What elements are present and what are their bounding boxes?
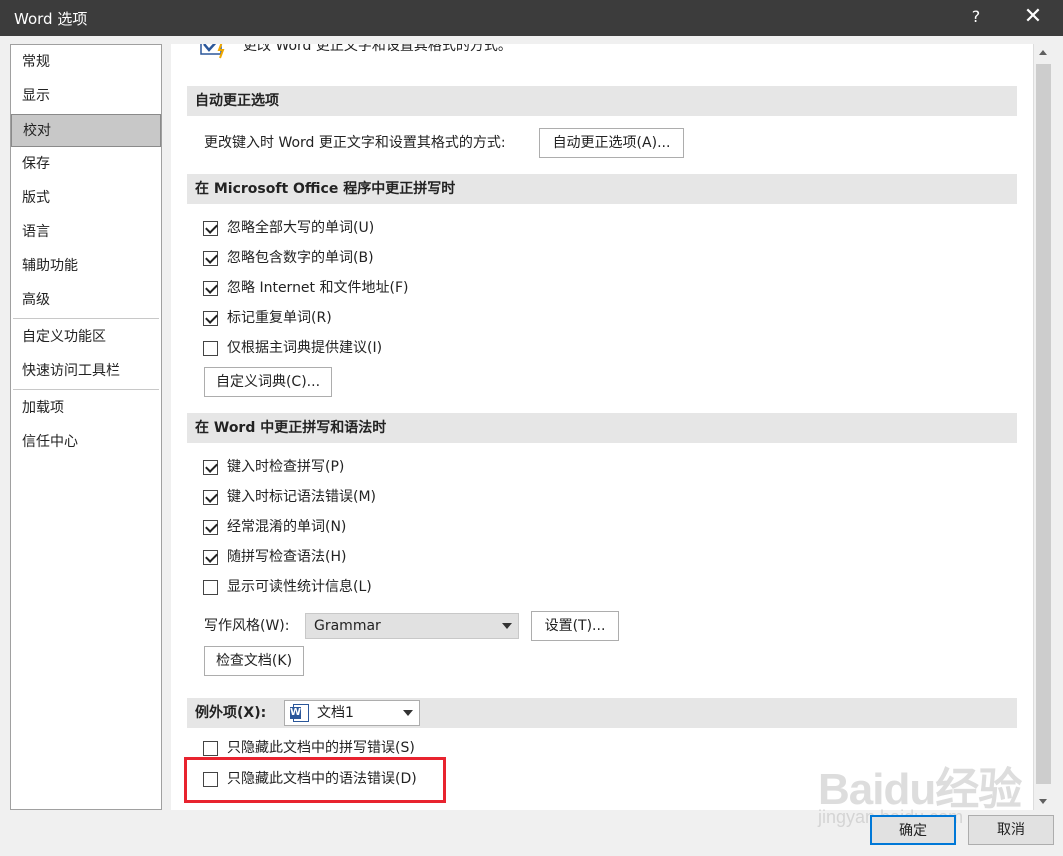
sidebar-item-advanced[interactable]: 高级	[11, 284, 161, 317]
option-ignore-numbers[interactable]: 忽略包含数字的单词(B)	[203, 247, 374, 269]
option-label: 忽略全部大写的单词(U)	[227, 220, 375, 236]
ok-button[interactable]: 确定	[870, 815, 956, 845]
sidebar-item-quick-access-toolbar[interactable]: 快速访问工具栏	[11, 355, 161, 388]
recheck-document-button[interactable]: 检查文档(K)	[204, 646, 304, 676]
option-flag-repeated[interactable]: 标记重复单词(R)	[203, 307, 332, 329]
section-autocorrect: 自动更正选项	[187, 86, 1017, 116]
option-check-spelling[interactable]: 键入时检查拼写(P)	[203, 456, 344, 478]
option-label: 忽略包含数字的单词(B)	[227, 250, 374, 266]
exceptions-document-select[interactable]: 文档1	[284, 700, 420, 726]
writing-style-label: 写作风格(W):	[204, 618, 290, 634]
option-mark-grammar[interactable]: 键入时标记语法错误(M)	[203, 486, 376, 508]
sidebar: 常规 显示 校对 保存 版式 语言 辅助功能 高级 自定义功能区 快速访问工具栏…	[10, 44, 162, 810]
sidebar-divider	[13, 318, 159, 320]
options-content: 更改 Word 更正文字和设置其格式的方式。 自动更正选项 更改键入时 Word…	[171, 44, 1033, 810]
option-label: 经常混淆的单词(N)	[227, 519, 347, 535]
sidebar-item-save[interactable]: 保存	[11, 148, 161, 181]
grammar-settings-button[interactable]: 设置(T)...	[531, 611, 619, 641]
vertical-scrollbar[interactable]	[1033, 44, 1052, 810]
checkbox[interactable]	[203, 459, 218, 475]
close-button[interactable]: ✕	[1018, 4, 1048, 29]
sidebar-item-accessibility[interactable]: 辅助功能	[11, 250, 161, 283]
option-label: 键入时标记语法错误(M)	[227, 489, 377, 505]
sidebar-item-layout[interactable]: 版式	[11, 182, 161, 215]
option-label: 只隐藏此文档中的拼写错误(S)	[227, 740, 415, 756]
exceptions-document-value: 文档1	[317, 705, 354, 721]
writing-style-select[interactable]: Grammar	[305, 613, 519, 639]
chevron-down-icon	[502, 623, 512, 629]
option-grammar-with-spelling[interactable]: 随拼写检查语法(H)	[203, 546, 346, 568]
sidebar-divider	[13, 389, 159, 391]
top-row-text: 更改 Word 更正文字和设置其格式的方式。	[243, 44, 512, 54]
chevron-down-icon	[403, 710, 413, 716]
checkbox[interactable]	[203, 549, 218, 565]
checkbox[interactable]	[203, 740, 218, 756]
word-document-icon	[290, 704, 309, 722]
sidebar-item-trust-center[interactable]: 信任中心	[11, 426, 161, 459]
option-main-dict-only[interactable]: 仅根据主词典提供建议(I)	[203, 337, 382, 359]
option-label: 仅根据主词典提供建议(I)	[227, 340, 383, 356]
option-label: 显示可读性统计信息(L)	[227, 579, 372, 595]
section-word-grammar: 在 Word 中更正拼写和语法时	[187, 413, 1017, 443]
scroll-up-icon[interactable]	[1034, 44, 1053, 61]
option-readability-stats[interactable]: 显示可读性统计信息(L)	[203, 576, 372, 598]
option-label: 忽略 Internet 和文件地址(F)	[227, 280, 409, 296]
sidebar-item-proofing[interactable]: 校对	[11, 114, 161, 147]
option-label: 标记重复单词(R)	[227, 310, 332, 326]
window-title: Word 选项	[14, 10, 88, 28]
sidebar-item-add-ins[interactable]: 加载项	[11, 392, 161, 425]
option-label: 键入时检查拼写(P)	[227, 459, 345, 475]
checkbox[interactable]	[203, 220, 218, 236]
help-button[interactable]: ?	[966, 7, 986, 26]
sidebar-item-display[interactable]: 显示	[11, 80, 161, 113]
checkbox[interactable]	[203, 489, 218, 505]
checkbox[interactable]	[203, 250, 218, 266]
option-ignore-internet[interactable]: 忽略 Internet 和文件地址(F)	[203, 277, 408, 299]
section-office-spelling: 在 Microsoft Office 程序中更正拼写时	[187, 174, 1017, 204]
sidebar-item-language[interactable]: 语言	[11, 216, 161, 249]
checkbox[interactable]	[203, 310, 218, 326]
checkbox[interactable]	[203, 579, 218, 595]
custom-dictionaries-button[interactable]: 自定义词典(C)...	[204, 367, 332, 397]
option-ignore-uppercase[interactable]: 忽略全部大写的单词(U)	[203, 217, 374, 239]
option-label: 随拼写检查语法(H)	[227, 549, 347, 565]
autocorrect-check-icon	[200, 44, 225, 59]
checkbox[interactable]	[203, 519, 218, 535]
checkbox[interactable]	[203, 340, 218, 356]
autocorrect-label: 更改键入时 Word 更正文字和设置其格式的方式:	[204, 135, 506, 151]
checkbox[interactable]	[203, 280, 218, 296]
sidebar-item-general[interactable]: 常规	[11, 46, 161, 79]
scroll-down-icon[interactable]	[1034, 793, 1053, 810]
sidebar-item-customize-ribbon[interactable]: 自定义功能区	[11, 321, 161, 354]
annotation-highlight-box	[184, 757, 446, 803]
cancel-button[interactable]: 取消	[968, 815, 1054, 845]
autocorrect-options-button[interactable]: 自动更正选项(A)...	[539, 128, 684, 158]
exceptions-label: 例外项(X):	[195, 705, 267, 721]
option-hide-spelling-errors[interactable]: 只隐藏此文档中的拼写错误(S)	[203, 737, 415, 759]
title-bar: Word 选项 ? ✕	[0, 0, 1063, 36]
writing-style-value: Grammar	[314, 618, 381, 634]
scrollbar-thumb[interactable]	[1036, 64, 1051, 784]
option-confused-words[interactable]: 经常混淆的单词(N)	[203, 516, 346, 538]
